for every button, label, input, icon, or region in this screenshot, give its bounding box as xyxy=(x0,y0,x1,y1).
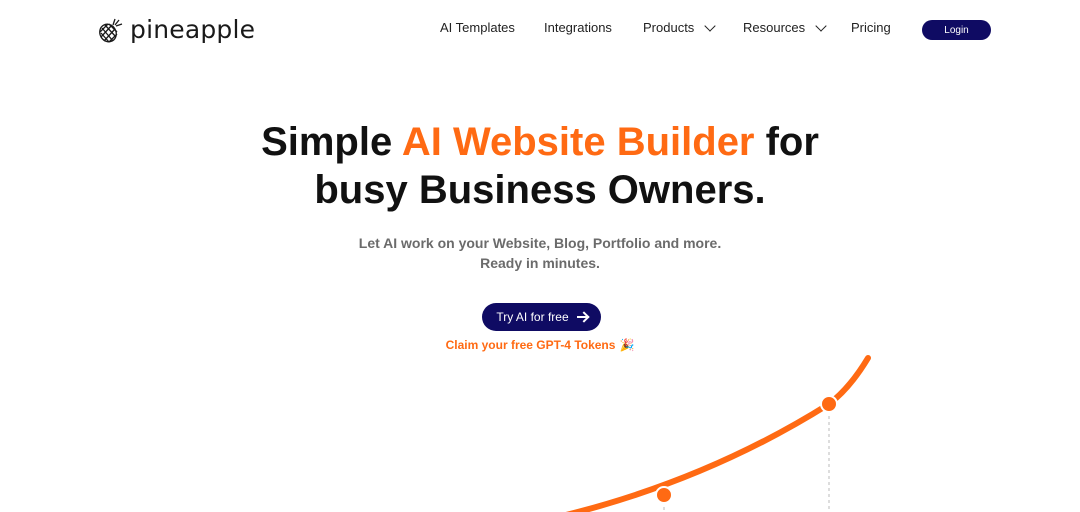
logo[interactable]: pineapple xyxy=(98,15,255,44)
claim-tokens-link[interactable]: Claim your free GPT-4 Tokens 🎉 xyxy=(0,338,1080,352)
logo-text: pineapple xyxy=(130,15,256,44)
top-nav: pineapple AI Templates Integrations Prod… xyxy=(0,0,1080,58)
hero-title: Simple AI Website Builder for busy Busin… xyxy=(0,118,1080,214)
login-button[interactable]: Login xyxy=(922,20,991,40)
hero-title-accent: AI Website Builder xyxy=(401,120,755,164)
chevron-down-icon xyxy=(704,19,716,32)
nav-pricing[interactable]: Pricing xyxy=(851,20,891,35)
curve-point xyxy=(655,486,673,504)
hero-subtitle-line1: Let AI work on your Website, Blog, Portf… xyxy=(358,235,722,251)
hero-subtitle-line2: Ready in minutes. xyxy=(480,255,600,271)
pineapple-icon xyxy=(99,18,123,42)
nav-pricing-label: Pricing xyxy=(851,20,891,35)
chevron-down-icon xyxy=(815,19,827,32)
nav-resources-label: Resources xyxy=(743,20,806,35)
hero-title-part2: for xyxy=(754,120,819,164)
nav-integrations[interactable]: Integrations xyxy=(544,20,612,35)
growth-curve-line xyxy=(565,355,871,512)
nav-products[interactable]: Products xyxy=(643,19,716,35)
try-ai-button[interactable]: Try AI for free xyxy=(482,303,601,331)
curve-point xyxy=(820,395,838,413)
arrow-right-icon xyxy=(576,316,587,318)
nav-resources[interactable]: Resources xyxy=(743,19,827,35)
nav-integrations-label: Integrations xyxy=(544,20,612,35)
nav-ai-templates-label: AI Templates xyxy=(440,20,515,35)
nav-products-label: Products xyxy=(643,20,695,35)
hero-title-part1: Simple xyxy=(261,120,402,164)
party-popper-icon: 🎉 xyxy=(619,338,635,352)
claim-tokens-text: Claim your free GPT-4 Tokens xyxy=(445,338,616,352)
hero-title-line2: busy Business Owners. xyxy=(314,168,766,212)
hero-subtitle: Let AI work on your Website, Blog, Portf… xyxy=(0,233,1080,273)
nav-ai-templates[interactable]: AI Templates xyxy=(440,20,515,35)
try-ai-label: Try AI for free xyxy=(496,310,569,324)
